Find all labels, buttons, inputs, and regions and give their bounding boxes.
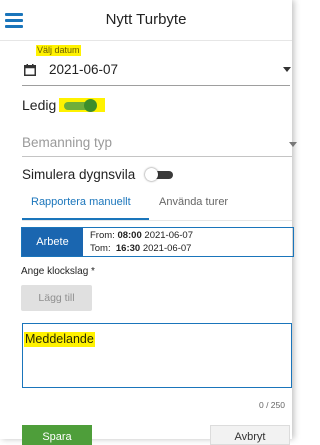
date-field-underline — [22, 85, 290, 86]
ledig-toggle[interactable] — [64, 99, 100, 112]
simulera-label: Simulera dygnsvila — [22, 167, 136, 182]
page-title: Nytt Turbyte — [105, 11, 187, 28]
save-button[interactable]: Spara — [22, 425, 92, 445]
calendar-icon[interactable] — [24, 64, 36, 76]
shift-to-label: Tom: — [90, 243, 111, 254]
simulera-toggle[interactable] — [145, 168, 175, 181]
cancel-button[interactable]: Avbryt — [210, 425, 290, 445]
dialog-frame: Nytt Turbyte Välj datum 2021-06-07 Ledig… — [0, 0, 297, 445]
shift-to-line: Tom: 16:30 2021-06-07 — [90, 243, 191, 254]
bemanning-caret-icon[interactable] — [289, 142, 297, 147]
tab-rapportera-manuellt[interactable]: Rapportera manuellt — [31, 196, 131, 208]
bemanning-select[interactable]: Bemanning typ — [22, 135, 112, 150]
ledig-label: Ledig — [22, 97, 57, 113]
header: Nytt Turbyte — [0, 0, 292, 41]
message-placeholder: Meddelande — [24, 332, 95, 347]
character-counter: 0 / 250 — [259, 400, 285, 410]
shift-type-label: Arbete — [36, 236, 69, 248]
date-dropdown-caret-icon[interactable] — [283, 67, 291, 72]
shift-from-date: 2021-06-07 — [144, 230, 194, 241]
shift-from-line: From: 08:00 2021-06-07 — [90, 230, 193, 241]
message-textarea[interactable]: Meddelande — [22, 323, 292, 388]
klockslag-label: Ange klockslag * — [21, 266, 95, 277]
shift-row[interactable]: Arbete From: 08:00 2021-06-07 Tom: 16:30… — [21, 227, 294, 257]
tabs-divider — [22, 220, 292, 221]
bemanning-underline — [22, 156, 292, 157]
date-field-value[interactable]: 2021-06-07 — [49, 62, 118, 77]
shift-to-time: 16:30 — [115, 243, 141, 254]
shift-from-label: From: — [90, 230, 115, 241]
simulera-toggle-knob — [145, 168, 158, 181]
shift-to-date: 2021-06-07 — [142, 243, 192, 254]
shift-from-time: 08:00 — [117, 230, 142, 241]
save-button-label: Spara — [42, 431, 72, 443]
cancel-button-label: Avbryt — [234, 431, 266, 443]
ledig-toggle-knob — [84, 99, 97, 112]
add-time-button[interactable]: Lägg till — [21, 285, 92, 311]
shift-type-badge: Arbete — [22, 228, 83, 256]
add-time-button-label: Lägg till — [38, 292, 75, 304]
tab-anvanda-turer[interactable]: Använda turer — [159, 196, 228, 208]
date-field-label: Välj datum — [36, 45, 81, 56]
